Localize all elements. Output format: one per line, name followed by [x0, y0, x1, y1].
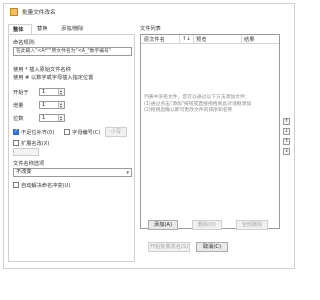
move-bottom-icon[interactable]: ⇓ [283, 148, 290, 155]
ext-change-checkbox[interactable] [13, 140, 19, 146]
col-preview[interactable]: 预览 [196, 36, 206, 43]
ext-input[interactable] [13, 148, 39, 156]
case-option-select[interactable]: 不改变 ▾ [13, 168, 132, 177]
pad-zero-checkbox[interactable] [13, 128, 19, 135]
help-insert-number: 使用 # 以数字或字母插入指定位置 [13, 75, 94, 81]
case-option-label: 文件名称选项 [13, 161, 45, 167]
letter-number-checkbox[interactable] [64, 129, 70, 135]
spin-arrows-icon[interactable] [58, 102, 64, 108]
help-insert-name: 使用 * 插入原始文件名称 [13, 67, 71, 73]
digits-value: 1 [42, 115, 46, 121]
file-list-pane: 文件列表 原文件名 ↑↓ 预览 结果 列表中没有文件，您可以通过以下方法添加文件… [140, 24, 290, 264]
file-list-label: 文件列表 [140, 26, 161, 32]
title-bar: 批量文件改名 [4, 4, 294, 20]
increment-value: 1 [42, 102, 46, 108]
overall-panel: 命名规则: 在此输入"<A*""原文件名为"<A_"数字编号" 使用 * 插入原… [8, 34, 135, 262]
tab-overall[interactable]: 整体 [8, 24, 32, 34]
tab-add-delete[interactable]: 添加/删除 [57, 24, 88, 34]
window-title: 批量文件改名 [22, 10, 56, 16]
add-button[interactable]: 添加(A) [148, 220, 178, 230]
spin-arrows-icon[interactable] [58, 89, 64, 95]
start-stepper[interactable]: 1 [39, 88, 65, 96]
hint-line: (2)拖拽后确认即可更改文件的排序和名称 [144, 108, 233, 113]
clear-all-button[interactable]: 全部删除 [236, 220, 268, 230]
file-list[interactable]: 原文件名 ↑↓ 预览 结果 列表中没有文件，您可以通过以下方法添加文件： (1)… [140, 34, 280, 229]
remove-button[interactable]: 删除(D) [192, 220, 222, 230]
auto-resolve-checkbox[interactable] [13, 182, 19, 188]
col-result[interactable]: 结果 [244, 36, 254, 43]
file-list-header: 原文件名 ↑↓ 预览 结果 [141, 35, 279, 44]
batch-rename-dialog: 批量文件改名 整体 替换 添加/删除 命名规则: 在此输入"<A*""原文件名为… [3, 3, 295, 269]
column-divider [179, 35, 180, 43]
cancel-button[interactable]: 取消(C) [196, 242, 228, 252]
naming-rule-label: 命名规则: [13, 40, 36, 46]
start-rename-button[interactable]: 开始批量改名(S) [148, 242, 190, 252]
start-value: 1 [42, 89, 46, 95]
case-option-value: 不改变 [16, 169, 32, 175]
col-sort[interactable]: ↑↓ [182, 36, 191, 42]
naming-rule-input[interactable]: 在此输入"<A*""原文件名为"<A_"数字编号" [13, 47, 132, 56]
move-up-icon[interactable]: ↑ [283, 118, 290, 125]
start-label: 开始于 [13, 90, 29, 96]
chevron-down-icon: ▾ [126, 170, 129, 176]
digits-label: 位数 [13, 116, 24, 122]
column-divider [193, 35, 194, 43]
lowercase-button[interactable]: 小写 [105, 127, 127, 137]
move-down-icon[interactable]: ↓ [283, 128, 290, 135]
spin-arrows-icon[interactable] [58, 115, 64, 121]
auto-resolve-label: 自动解决命名冲突(U) [21, 183, 71, 189]
empty-list-hint: 列表中没有文件，您可以通过以下方法添加文件： (1)通过点击"添加"按钮或直接拖… [144, 95, 278, 115]
digits-stepper[interactable]: 1 [39, 114, 65, 122]
increment-stepper[interactable]: 1 [39, 101, 65, 109]
folder-app-icon [10, 8, 18, 16]
pad-zero-label: 不足位补齐(0) [21, 130, 55, 136]
options-pane: 整体 替换 添加/删除 命名规则: 在此输入"<A*""原文件名为"<A_"数字… [8, 24, 135, 264]
letter-number-label: 字母编号(C) [72, 130, 101, 136]
col-source-name[interactable]: 原文件名 [144, 36, 165, 43]
increment-label: 增量 [13, 103, 24, 109]
column-divider [241, 35, 242, 43]
tab-replace[interactable]: 替换 [33, 24, 51, 34]
ext-change-label: 扩展名改(X) [21, 141, 50, 147]
move-top-icon[interactable]: ⇑ [283, 138, 290, 145]
